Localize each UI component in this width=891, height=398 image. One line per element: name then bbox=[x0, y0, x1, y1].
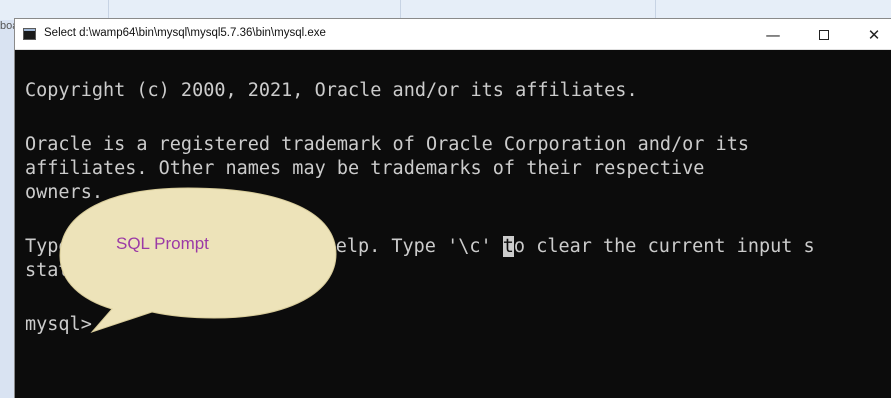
help-line-middle: help. Type '\c' bbox=[324, 236, 503, 257]
mysql-prompt[interactable]: mysql> bbox=[25, 313, 92, 337]
console-line: state bbox=[25, 260, 81, 281]
divider bbox=[108, 0, 109, 20]
minimize-button[interactable]: — bbox=[750, 19, 796, 50]
maximize-button[interactable] bbox=[801, 19, 847, 50]
divider bbox=[400, 0, 401, 20]
background-partial-label: boa bbox=[0, 20, 14, 32]
close-button[interactable]: ✕ bbox=[851, 19, 891, 50]
close-icon: ✕ bbox=[867, 25, 881, 44]
window-title: Select d:\wamp64\bin\mysql\mysql5.7.36\b… bbox=[44, 27, 326, 39]
console-app-icon[interactable] bbox=[23, 28, 36, 40]
help-line-start: Type bbox=[25, 236, 70, 257]
minimize-icon: — bbox=[765, 25, 781, 44]
callout-label: SQL Prompt bbox=[116, 234, 209, 253]
text-cursor: t bbox=[502, 236, 514, 257]
desktop: boa Select d:\wamp64\bin\mysql\mysql5.7.… bbox=[0, 0, 891, 398]
divider bbox=[655, 0, 656, 20]
help-line-end: o clear the current input s bbox=[513, 236, 815, 257]
console-line: owners. bbox=[25, 182, 103, 203]
console-window[interactable]: Select d:\wamp64\bin\mysql\mysql5.7.36\b… bbox=[14, 18, 891, 398]
maximize-icon bbox=[819, 29, 829, 40]
console-line: affiliates. Other names may be trademark… bbox=[25, 158, 705, 179]
console-output[interactable]: Copyright (c) 2000, 2021, Oracle and/or … bbox=[15, 51, 891, 398]
console-line: Oracle is a registered trademark of Orac… bbox=[25, 134, 749, 155]
console-line: Copyright (c) 2000, 2021, Oracle and/or … bbox=[25, 80, 638, 101]
title-bar[interactable]: Select d:\wamp64\bin\mysql\mysql5.7.36\b… bbox=[15, 19, 891, 50]
background-window-strip bbox=[0, 0, 891, 20]
